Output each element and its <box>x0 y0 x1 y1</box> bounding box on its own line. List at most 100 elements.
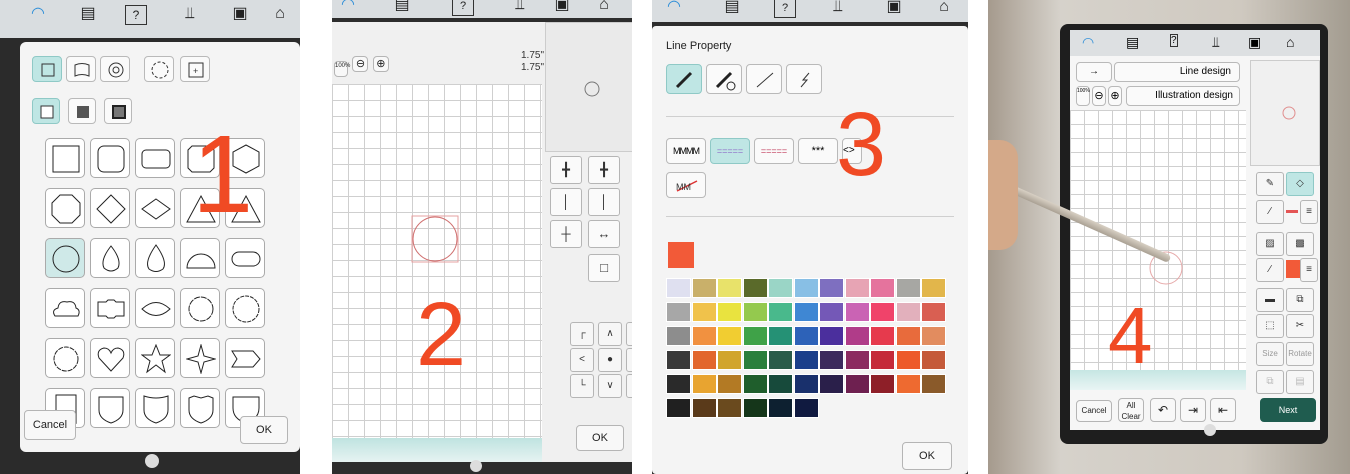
home-icon[interactable]: ⌂ <box>594 0 614 14</box>
color-swatch[interactable] <box>666 302 691 322</box>
color-swatch[interactable] <box>844 374 870 394</box>
color-swatch[interactable] <box>793 398 819 418</box>
shape-drop[interactable] <box>135 238 175 278</box>
fill-property-icon[interactable]: ≡ <box>1300 258 1318 282</box>
outline-icon[interactable] <box>32 98 60 124</box>
shape-leaf[interactable] <box>135 288 175 328</box>
zoom-level[interactable]: 100% <box>1076 86 1090 106</box>
filled-outline-icon[interactable] <box>104 98 132 124</box>
color-swatch[interactable] <box>844 350 870 370</box>
fill-bucket-icon[interactable]: ▨ <box>1256 232 1284 256</box>
shape-flower[interactable] <box>180 288 220 328</box>
shape-teardrop[interactable] <box>90 238 130 278</box>
color-swatch[interactable] <box>844 302 870 322</box>
color-swatch[interactable] <box>691 374 717 394</box>
rotate-button[interactable]: Rotate <box>1286 342 1314 366</box>
color-swatch[interactable] <box>717 326 742 346</box>
shape-wide-diamond[interactable] <box>135 188 175 228</box>
import-in-icon[interactable]: ⇥ <box>1180 398 1206 422</box>
color-swatch[interactable] <box>819 326 844 346</box>
illustration-design-button[interactable]: Illustration design <box>1126 86 1240 106</box>
line-property-icon[interactable]: ≡ <box>1300 200 1318 224</box>
color-swatch[interactable] <box>870 302 895 322</box>
thread-icon[interactable]: ⫫ <box>828 0 848 16</box>
color-swatch[interactable] <box>768 374 793 394</box>
shape-four-star[interactable] <box>180 338 220 378</box>
color-swatch[interactable] <box>691 302 717 322</box>
move-down-icon[interactable]: ∨ <box>598 374 622 398</box>
color-swatch[interactable] <box>742 278 768 298</box>
shape-type-wave[interactable] <box>66 56 96 82</box>
export-out-icon[interactable]: ⇤ <box>1210 398 1236 422</box>
pencil-icon[interactable]: ✎ <box>1256 172 1284 196</box>
line-color-swatch[interactable] <box>1286 210 1298 213</box>
shape-diamond[interactable] <box>90 188 130 228</box>
align-center-icon[interactable]: ╋ <box>550 156 582 184</box>
shape-heart[interactable] <box>90 338 130 378</box>
color-swatch[interactable] <box>691 350 717 370</box>
wifi-icon[interactable]: ◠ <box>28 5 48 23</box>
color-swatch[interactable] <box>844 326 870 346</box>
color-swatch[interactable] <box>793 350 819 370</box>
move-up-left-icon[interactable]: ┌ <box>570 322 594 346</box>
color-swatch[interactable] <box>717 398 742 418</box>
color-swatch[interactable] <box>844 278 870 298</box>
shape-shield[interactable] <box>90 388 130 428</box>
stamp-icon[interactable]: ⧉ <box>1286 288 1314 312</box>
shape-half-circle[interactable] <box>180 238 220 278</box>
home-icon[interactable]: ⌂ <box>270 5 290 23</box>
document-icon[interactable]: ▤ <box>1126 34 1139 51</box>
color-swatch[interactable] <box>768 326 793 346</box>
duplicate-icon[interactable]: ⧉ <box>1256 370 1284 394</box>
ok-button[interactable]: OK <box>576 425 624 451</box>
frame-icon[interactable]: □ <box>588 254 620 282</box>
line-design-button[interactable]: Line design <box>1114 62 1240 82</box>
color-swatch[interactable] <box>895 278 921 298</box>
all-clear-button[interactable]: All Clear <box>1118 398 1144 422</box>
document-icon[interactable]: ▤ <box>392 0 412 14</box>
stretch-horizontal-icon[interactable]: ↔ <box>588 220 620 248</box>
help-icon[interactable]: ? <box>452 0 474 16</box>
color-swatch[interactable] <box>895 374 921 394</box>
shape-cloud[interactable] <box>45 288 85 328</box>
help-icon[interactable]: ? <box>774 0 796 18</box>
document-icon[interactable]: ▤ <box>722 0 742 16</box>
shape-rounded-square[interactable] <box>90 138 130 178</box>
import-icon[interactable]: → <box>1076 62 1112 82</box>
zoom-out-icon[interactable]: ⊖ <box>352 56 369 72</box>
color-swatch[interactable] <box>742 350 768 370</box>
move-up-icon[interactable]: ∧ <box>598 322 622 346</box>
select-area-icon[interactable]: ⬚ <box>1256 314 1284 338</box>
design-canvas[interactable] <box>332 84 542 462</box>
color-swatch[interactable] <box>921 302 946 322</box>
stitch-triple[interactable]: ===== <box>754 138 794 164</box>
color-swatch[interactable] <box>691 398 717 418</box>
color-swatch[interactable] <box>768 350 793 370</box>
size-button[interactable]: Size <box>1256 342 1284 366</box>
color-swatch[interactable] <box>666 350 691 370</box>
color-swatch[interactable] <box>717 374 742 394</box>
lock-icon[interactable]: ▣ <box>884 0 904 16</box>
color-swatch[interactable] <box>793 302 819 322</box>
move-left-icon[interactable]: < <box>570 348 594 372</box>
fill-select-icon[interactable]: ▩ <box>1286 232 1314 256</box>
color-swatch[interactable] <box>742 326 768 346</box>
color-swatch[interactable] <box>666 278 691 298</box>
lock-icon[interactable]: ▣ <box>552 0 572 14</box>
color-swatch[interactable] <box>921 374 946 394</box>
shape-shield-3[interactable] <box>180 388 220 428</box>
shape-circle[interactable] <box>45 238 85 278</box>
move-right-icon[interactable]: > <box>626 348 632 372</box>
zoom-in-icon[interactable]: ⊕ <box>1108 86 1122 106</box>
stitch-candlewick[interactable]: *** <box>798 138 838 164</box>
ok-button[interactable]: OK <box>902 442 952 470</box>
shape-octagon[interactable] <box>45 188 85 228</box>
straight-line-icon[interactable] <box>746 64 782 94</box>
align-vertical-icon[interactable]: │ <box>550 188 582 216</box>
eyedropper-line-icon[interactable]: ∕ <box>1256 200 1284 224</box>
cancel-button[interactable]: Cancel <box>1076 400 1112 422</box>
line-select-icon[interactable]: ◇ <box>1286 172 1314 196</box>
color-swatch[interactable] <box>666 326 691 346</box>
color-swatch[interactable] <box>768 398 793 418</box>
move-up-right-icon[interactable]: ┐ <box>626 322 632 346</box>
